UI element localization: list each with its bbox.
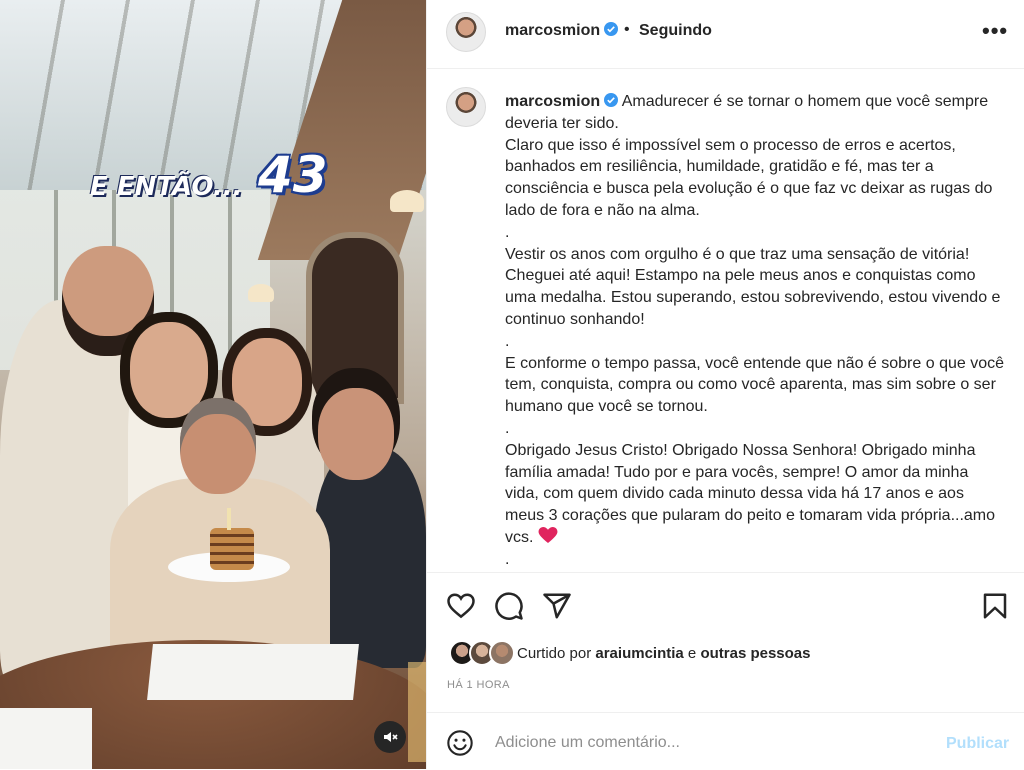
publish-button[interactable]: Publicar xyxy=(946,735,1009,753)
comment-input[interactable] xyxy=(493,733,897,753)
avatar[interactable] xyxy=(489,640,515,666)
caption-body: Amadurecer é se tornar o homem que você … xyxy=(505,93,1004,546)
birthday-cake xyxy=(210,528,254,570)
verified-badge-icon xyxy=(604,93,619,107)
liked-by-conj: e xyxy=(687,645,697,662)
post-panel: marcosmion • Seguindo ••• marcosmion Ama… xyxy=(426,0,1024,769)
red-heart-icon xyxy=(538,526,558,543)
person-body xyxy=(314,448,426,668)
post-media[interactable]: E ENTÃO... 43 xyxy=(0,0,426,769)
caption-text: marcosmion Amadurecer é se tornar o home… xyxy=(505,91,1005,571)
caption-author[interactable]: marcosmion xyxy=(505,93,619,110)
person-head xyxy=(318,388,394,480)
avatar[interactable] xyxy=(446,12,486,52)
napkin xyxy=(0,708,92,769)
caption-end: . xyxy=(505,550,510,568)
lamp xyxy=(390,190,424,212)
post-header: marcosmion • Seguindo ••• xyxy=(427,0,1024,69)
likes-row: Curtido por araiumcintia e outras pessoa… xyxy=(427,638,1024,670)
lamp xyxy=(248,284,274,302)
username-text: marcosmion xyxy=(505,93,601,110)
verified-badge-icon xyxy=(604,22,619,36)
candle xyxy=(227,508,231,530)
following-button[interactable]: Seguindo xyxy=(639,22,712,40)
caption-section: marcosmion Amadurecer é se tornar o home… xyxy=(427,69,1024,571)
comment-box: Publicar xyxy=(427,712,1024,770)
separator-dot: • xyxy=(624,21,630,38)
action-bar xyxy=(427,572,1024,639)
overlay-caption: E ENTÃO... xyxy=(90,172,243,202)
mute-button[interactable] xyxy=(374,721,406,753)
drinking-glass xyxy=(408,662,426,762)
arched-doorway xyxy=(306,232,404,404)
share-icon[interactable] xyxy=(542,591,572,621)
person-head xyxy=(180,398,256,494)
username-link[interactable]: marcosmion xyxy=(505,22,619,40)
avatar[interactable] xyxy=(446,87,486,127)
emoji-icon[interactable] xyxy=(446,729,474,757)
bookmark-icon[interactable] xyxy=(980,591,1010,621)
comment-icon[interactable] xyxy=(494,591,524,621)
overlay-age-number: 43 xyxy=(258,146,328,204)
username-text: marcosmion xyxy=(505,22,601,39)
liked-by-prefix: Curtido por xyxy=(517,645,592,662)
napkin xyxy=(147,644,359,700)
liked-by-text: Curtido por araiumcintia e outras pessoa… xyxy=(517,645,810,662)
others-link[interactable]: outras pessoas xyxy=(700,645,810,662)
mute-icon xyxy=(384,732,398,742)
liker-username[interactable]: araiumcintia xyxy=(595,645,683,662)
heart-icon[interactable] xyxy=(446,591,476,621)
post-timestamp[interactable]: HÁ 1 HORA xyxy=(447,679,510,691)
more-options-icon[interactable]: ••• xyxy=(982,18,1008,44)
